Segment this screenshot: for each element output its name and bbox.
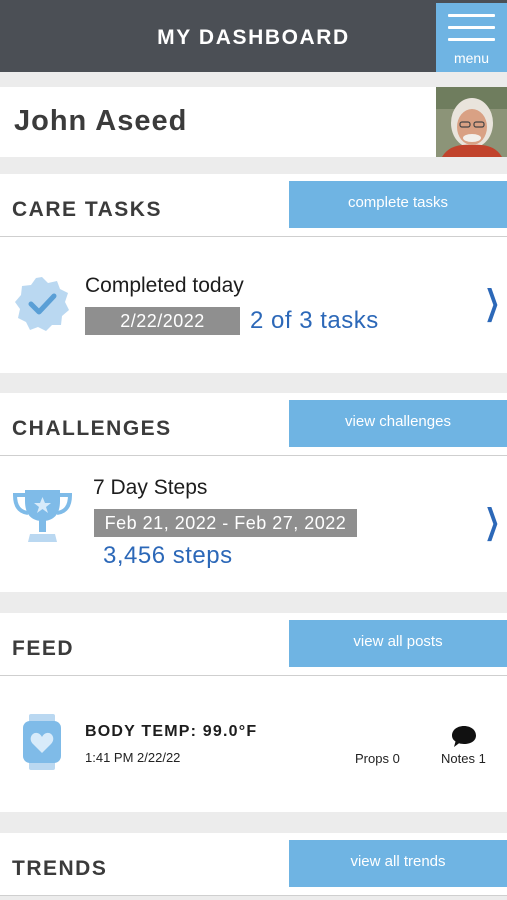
props-count[interactable]: Props 0 — [355, 751, 400, 766]
avatar[interactable] — [436, 87, 507, 157]
verified-badge-icon — [15, 277, 69, 331]
care-tasks-item[interactable] — [0, 237, 507, 373]
view-all-posts-button[interactable]: view all posts — [289, 620, 507, 667]
speech-bubble-icon[interactable] — [450, 724, 478, 750]
smartwatch-heart-icon — [23, 714, 61, 770]
care-tasks-title: CARE TASKS — [12, 198, 162, 221]
feed-title: FEED — [12, 637, 75, 660]
hamburger-icon — [448, 14, 495, 44]
date-badge: 2/22/2022 — [85, 307, 240, 335]
menu-label: menu — [453, 50, 490, 66]
divider — [0, 895, 507, 896]
view-all-trends-button[interactable]: view all trends — [289, 840, 507, 887]
chevron-right-icon[interactable]: ❯ — [484, 502, 500, 542]
complete-tasks-button[interactable]: complete tasks — [289, 181, 507, 228]
menu-button[interactable]: menu — [436, 3, 507, 72]
page-title: MY DASHBOARD — [157, 26, 350, 49]
avatar-photo — [436, 87, 507, 157]
trends-title: TRENDS — [12, 857, 108, 880]
post-title: BODY TEMP: 99.0°F — [85, 723, 258, 740]
steps-count: 3,456 steps — [103, 542, 233, 569]
challenge-title: 7 Day Steps — [93, 476, 208, 499]
post-timestamp: 1:41 PM 2/22/22 — [85, 750, 181, 765]
user-name: John Aseed — [14, 105, 188, 137]
app-header: MY DASHBOARD menu — [0, 0, 507, 72]
feed-post[interactable] — [0, 676, 507, 812]
view-challenges-button[interactable]: view challenges — [289, 400, 507, 447]
trophy-icon — [12, 490, 73, 542]
completed-today-label: Completed today — [85, 274, 244, 297]
chevron-right-icon[interactable]: ❯ — [484, 283, 500, 323]
challenges-title: CHALLENGES — [12, 417, 172, 440]
date-range-badge: Feb 21, 2022 - Feb 27, 2022 — [94, 509, 357, 537]
notes-count[interactable]: Notes 1 — [441, 751, 486, 766]
tasks-progress: 2 of 3 tasks — [250, 307, 379, 334]
